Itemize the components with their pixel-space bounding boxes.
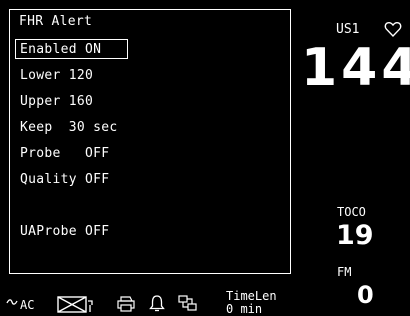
- ac-power-icon: [6, 299, 18, 305]
- menu-title: FHR Alert: [19, 14, 93, 29]
- heart-icon: [384, 21, 402, 38]
- toco-value: 19: [336, 220, 374, 251]
- fhr-alert-menu: FHR Alert Enabled ON Lower 120 Upper 160…: [9, 9, 291, 274]
- menu-item-upper[interactable]: Upper 160: [20, 91, 93, 112]
- no-paper-icon: [57, 296, 93, 313]
- ac-label: AC: [20, 298, 35, 312]
- fhr-value: 144: [301, 38, 410, 98]
- fm-label: FM: [337, 265, 352, 279]
- menu-item-probe[interactable]: Probe OFF: [20, 143, 109, 164]
- printer-icon: [117, 296, 135, 312]
- menu-item-enabled[interactable]: Enabled ON: [15, 39, 128, 59]
- bell-icon: [149, 295, 165, 312]
- menu-item-lower[interactable]: Lower 120: [20, 65, 93, 86]
- status-bar: AC TimeLen 0 min: [0, 280, 330, 316]
- timelen-label: TimeLen: [226, 289, 277, 303]
- menu-item-quality[interactable]: Quality OFF: [20, 169, 109, 190]
- network-icon: [178, 295, 197, 311]
- menu-item-keep[interactable]: Keep 30 sec: [20, 117, 118, 138]
- us-channel-label: US1: [336, 22, 360, 37]
- menu-item-uaprobe[interactable]: UAProbe OFF: [20, 221, 109, 242]
- toco-label: TOCO: [337, 205, 366, 219]
- fm-value: 0: [357, 281, 374, 309]
